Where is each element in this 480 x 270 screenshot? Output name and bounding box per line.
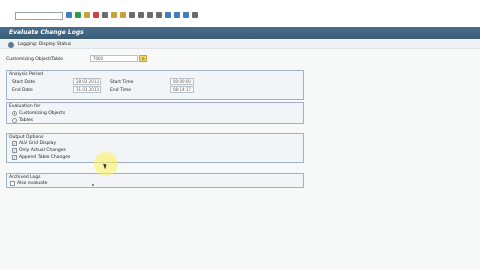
system-toolbar	[0, 0, 480, 27]
only-actual-changes-label: Only Actual Changes	[19, 148, 66, 153]
back-icon[interactable]	[75, 12, 81, 18]
archived-logs-title: Archived Logs	[9, 175, 41, 180]
only-actual-changes-checkbox[interactable]: ✓ Only Actual Changes	[12, 148, 66, 153]
append-table-changes-label: Append Table Changes	[19, 155, 71, 160]
end-time-input[interactable]: 08:14:17	[170, 86, 194, 93]
evaluation-for-title: Evaluation for	[9, 104, 41, 109]
application-toolbar: Logging: Display Status	[0, 40, 480, 49]
logging-icon[interactable]	[8, 42, 14, 48]
end-time-label: End Time	[110, 88, 131, 93]
radio-empty-icon[interactable]	[12, 118, 17, 123]
logging-display-status-button[interactable]: Logging: Display Status	[18, 42, 71, 47]
text-cursor-icon	[92, 184, 94, 186]
find-next-icon[interactable]	[120, 12, 126, 18]
end-date-label: End Date	[12, 88, 33, 93]
alv-grid-display-label: ALV Grid Display	[19, 141, 57, 146]
checkmark-icon[interactable]: ✓	[12, 155, 17, 160]
checkmark-icon[interactable]: ✓	[12, 141, 17, 146]
checkbox-empty-icon[interactable]	[10, 181, 15, 186]
page-title: Evaluate Change Logs	[9, 29, 84, 36]
checkmark-icon[interactable]: ✓	[12, 148, 17, 153]
search-help-icon[interactable]: ⊙	[139, 55, 147, 62]
alv-grid-display-checkbox[interactable]: ✓ ALV Grid Display	[12, 141, 56, 146]
start-date-input[interactable]: 28.03.2013	[73, 78, 101, 85]
analysis-period-group: Analysis Period	[6, 70, 304, 100]
also-evaluate-checkbox[interactable]: Also evaluate	[10, 181, 47, 186]
customizing-objects-radio[interactable]: • Customizing Objects	[12, 111, 65, 116]
end-date-input[interactable]: 31.03.2013	[73, 86, 101, 93]
prev-page-icon[interactable]	[138, 12, 144, 18]
toolbar-icons	[66, 12, 198, 18]
command-field[interactable]	[15, 12, 63, 20]
output-options-title: Output Options	[9, 135, 44, 140]
help-icon[interactable]	[183, 12, 189, 18]
new-session-icon[interactable]	[165, 12, 171, 18]
shortcut-icon[interactable]	[174, 12, 180, 18]
last-page-icon[interactable]	[156, 12, 162, 18]
start-time-label: Start Time	[110, 80, 134, 85]
customizing-object-input[interactable]: T000	[90, 55, 138, 62]
settings-icon[interactable]	[192, 12, 198, 18]
analysis-period-title: Analysis Period	[9, 72, 44, 77]
start-time-input[interactable]: 00:00:00	[170, 78, 194, 85]
also-evaluate-label: Also evaluate	[17, 181, 48, 186]
radio-selected-icon[interactable]: •	[12, 111, 17, 116]
exit-icon[interactable]	[84, 12, 90, 18]
save-icon[interactable]	[66, 12, 72, 18]
archived-logs-group: Archived Logs	[6, 173, 304, 188]
print-icon[interactable]	[102, 12, 108, 18]
tables-radio[interactable]: Tables	[12, 118, 33, 123]
first-page-icon[interactable]	[129, 12, 135, 18]
tables-label: Tables	[19, 118, 33, 123]
customizing-objects-label: Customizing Objects	[19, 111, 66, 116]
main-screen: Evaluate Change Logs Logging: Display St…	[0, 27, 480, 270]
find-icon[interactable]	[111, 12, 117, 18]
append-table-changes-checkbox[interactable]: ✓ Append Table Changes	[12, 155, 70, 160]
customizing-object-label: Customizing Object/Table	[6, 57, 64, 62]
next-page-icon[interactable]	[147, 12, 153, 18]
cancel-icon[interactable]	[93, 12, 99, 18]
title-bar: Evaluate Change Logs	[0, 27, 480, 39]
start-date-label: Start Date	[12, 80, 36, 85]
